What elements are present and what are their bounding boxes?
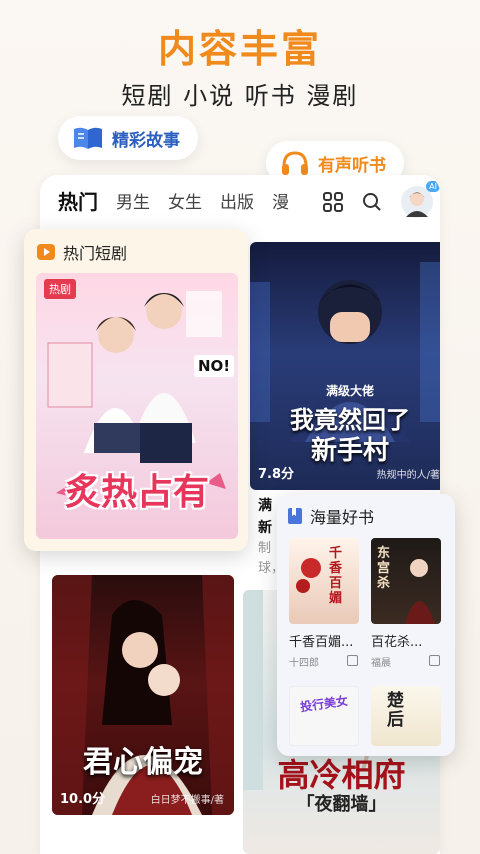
tab-comic[interactable]: 漫 — [272, 188, 289, 213]
novel-top-author: 热规中的人/著 — [376, 470, 440, 481]
book-cover-3-text: 投行美女 — [299, 693, 349, 715]
book-cover-4-text: 楚后 — [387, 691, 404, 730]
short-drama-header: 热门短剧 — [36, 240, 127, 264]
short-drama-tag: 热剧 — [44, 279, 76, 299]
avatar-badge: AI — [426, 181, 440, 192]
books-header-label: 海量好书 — [310, 508, 375, 527]
book-cover-3[interactable]: 投行美女 — [289, 686, 359, 746]
book-title-1: 千香百媚... — [289, 635, 354, 650]
tab-female[interactable]: 女生 — [168, 188, 202, 213]
play-icon — [37, 244, 55, 260]
short-drama-title: 炙热占有 — [64, 471, 209, 513]
audio-pill-label: 有声听书 — [318, 155, 386, 176]
story-pill: 精彩故事 — [58, 116, 198, 160]
book-cover-1[interactable]: 千香百媚 — [289, 538, 359, 624]
peek-line-1: 满 — [258, 498, 272, 514]
novel-bottom-score: 10.0分 — [60, 792, 106, 807]
short-drama-header-label: 热门短剧 — [63, 244, 128, 263]
tabs-fade — [290, 175, 320, 225]
peek-line-2: 新 — [258, 520, 272, 536]
book-cover-2[interactable]: 东宫杀 — [371, 538, 441, 624]
peek-line-3: 制 — [258, 541, 272, 556]
book-cover-1-text: 千香百媚 — [329, 546, 343, 606]
novel-top-score: 7.8分 — [258, 467, 295, 482]
headline: 内容丰富 — [157, 27, 322, 71]
short-drama-cover[interactable]: 热剧 NO! 炙热占有 — [36, 273, 238, 539]
avatar-icon[interactable]: AI — [400, 181, 440, 219]
grid-icon[interactable] — [322, 191, 344, 213]
tab-publish[interactable]: 出版 — [220, 188, 254, 213]
novel-peek-subtitle: 「夜翻墙」 — [296, 794, 387, 815]
book-title-2: 百花杀... — [371, 635, 423, 650]
tab-male[interactable]: 男生 — [116, 188, 150, 213]
novel-card-bottom[interactable]: 君心偏宠 10.0分 白日梦不搬事/著 — [52, 575, 234, 815]
bookmark-icon-1[interactable] — [347, 655, 358, 666]
short-drama-no-text: NO! — [194, 355, 235, 377]
novel-card-top[interactable]: 满级大佬 我竟然回了 新手村 7.8分 热规中的人/著 — [250, 242, 440, 490]
story-pill-label: 精彩故事 — [112, 130, 180, 151]
novel-bottom-title: 君心偏宠 — [83, 745, 203, 780]
book-author-1: 十四郎 — [289, 658, 319, 669]
tab-icons: AI — [322, 181, 440, 219]
book-cover-4[interactable]: 楚后 — [371, 686, 441, 746]
novel-bottom-author: 白日梦不搬事/著 — [150, 795, 224, 806]
short-drama-panel[interactable]: 热门短剧 热剧 NO! 炙热占有 — [24, 229, 248, 551]
search-icon[interactable] — [362, 192, 382, 212]
novel-top-title-line2: 新手村 — [310, 436, 389, 466]
bookmark-book-icon — [288, 508, 302, 524]
book-cover-2-text: 东宫杀 — [377, 546, 391, 591]
headphones-icon — [282, 151, 308, 175]
subline: 短剧 小说 听书 漫剧 — [121, 82, 359, 110]
tab-hot[interactable]: 热门 — [58, 186, 98, 215]
novel-top-banner: 满级大佬 — [325, 384, 374, 398]
books-header: 海量好书 — [287, 504, 374, 528]
bookmark-icon-2[interactable] — [429, 655, 440, 666]
book-icon — [74, 127, 102, 149]
books-panel[interactable]: 海量好书 千香百媚 千香百媚... 十四郎 东宫杀 百花杀... 福晨 投行美女… — [277, 494, 455, 756]
book-author-2: 福晨 — [371, 658, 391, 669]
